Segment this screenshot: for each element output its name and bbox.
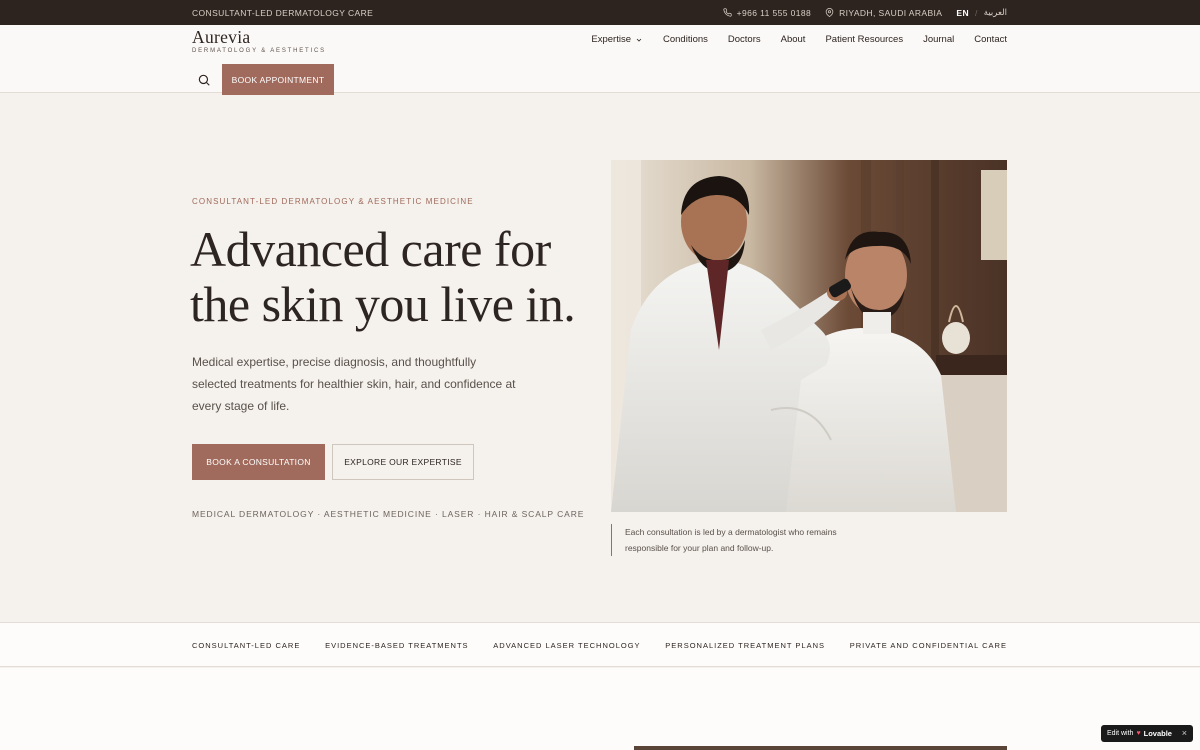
- logo[interactable]: Aurevia DERMATOLOGY & AESTHETICS: [192, 27, 326, 54]
- hero-headline-line1: Advanced care for: [190, 221, 551, 277]
- chevron-down-icon: [636, 38, 642, 42]
- search-icon[interactable]: [197, 73, 211, 87]
- services-list: MEDICAL DERMATOLOGY · AESTHETIC MEDICINE…: [192, 509, 585, 519]
- language-switcher: EN / العربية: [956, 7, 1007, 18]
- lang-separator: /: [975, 7, 978, 18]
- features-strip: CONSULTANT-LED CARE EVIDENCE-BASED TREAT…: [0, 622, 1200, 667]
- hero-photo: [611, 160, 1007, 512]
- book-appointment-button[interactable]: BOOK APPOINTMENT: [222, 64, 334, 95]
- photo-caption: Each consultation is led by a dermatolog…: [611, 524, 841, 556]
- hero-headline: Advanced care for the skin you live in.: [190, 222, 590, 332]
- nav-expertise-label: Expertise: [591, 34, 631, 45]
- hero-subtext: Medical expertise, precise diagnosis, an…: [192, 355, 516, 413]
- topbar-location: RIYADH, SAUDI ARABIA: [825, 8, 942, 18]
- nav-conditions[interactable]: Conditions: [663, 34, 708, 45]
- hero-headline-line2: the skin you live in.: [190, 276, 576, 332]
- nav-doctors[interactable]: Doctors: [728, 34, 761, 45]
- close-icon[interactable]: ×: [1182, 728, 1187, 738]
- lang-ar-link[interactable]: العربية: [984, 7, 1007, 18]
- topbar-phone[interactable]: +966 11 555 0188: [722, 7, 812, 18]
- badge-brand: Lovable: [1143, 729, 1172, 738]
- site-header: Aurevia DERMATOLOGY & AESTHETICS Experti…: [0, 25, 1200, 95]
- hero-eyebrow: CONSULTANT-LED DERMATOLOGY & AESTHETIC M…: [192, 197, 474, 206]
- nav-contact[interactable]: Contact: [974, 34, 1007, 45]
- phone-icon: [722, 8, 732, 17]
- feature-item: EVIDENCE-BASED TREATMENTS: [325, 641, 469, 650]
- top-bar: CONSULTANT-LED DERMATOLOGY CARE +966 11 …: [0, 0, 1200, 25]
- next-section: [0, 668, 1200, 750]
- topbar-phone-text: +966 11 555 0188: [736, 7, 812, 18]
- topbar-location-text: RIYADH, SAUDI ARABIA: [839, 7, 943, 18]
- feature-item: CONSULTANT-LED CARE: [192, 641, 301, 650]
- feature-item: PERSONALIZED TREATMENT PLANS: [665, 641, 825, 650]
- feature-item: ADVANCED LASER TECHNOLOGY: [493, 641, 641, 650]
- next-section-image: [634, 746, 1007, 750]
- topbar-tagline: CONSULTANT-LED DERMATOLOGY CARE: [192, 8, 374, 18]
- lang-en-link[interactable]: EN: [956, 8, 969, 18]
- nav-patient-resources[interactable]: Patient Resources: [825, 34, 903, 45]
- nav-journal[interactable]: Journal: [923, 34, 954, 45]
- doctor-consultation-image: [611, 160, 1007, 512]
- feature-item: PRIVATE AND CONFIDENTIAL CARE: [849, 641, 1007, 650]
- location-pin-icon: [825, 8, 834, 17]
- nav-about[interactable]: About: [781, 34, 806, 45]
- lovable-heart-icon: ♥: [1136, 730, 1141, 737]
- explore-expertise-button[interactable]: EXPLORE OUR EXPERTISE: [332, 444, 474, 480]
- nav-expertise[interactable]: Expertise: [591, 34, 643, 45]
- badge-prefix: Edit with: [1107, 730, 1134, 737]
- main-nav: Expertise Conditions Doctors About Patie…: [591, 34, 1007, 45]
- edit-with-lovable-badge[interactable]: Edit with ♥ Lovable ×: [1101, 725, 1193, 742]
- logo-subtitle: DERMATOLOGY & AESTHETICS: [192, 48, 326, 54]
- logo-name: Aurevia: [192, 27, 251, 47]
- book-consultation-button[interactable]: BOOK A CONSULTATION: [192, 444, 325, 480]
